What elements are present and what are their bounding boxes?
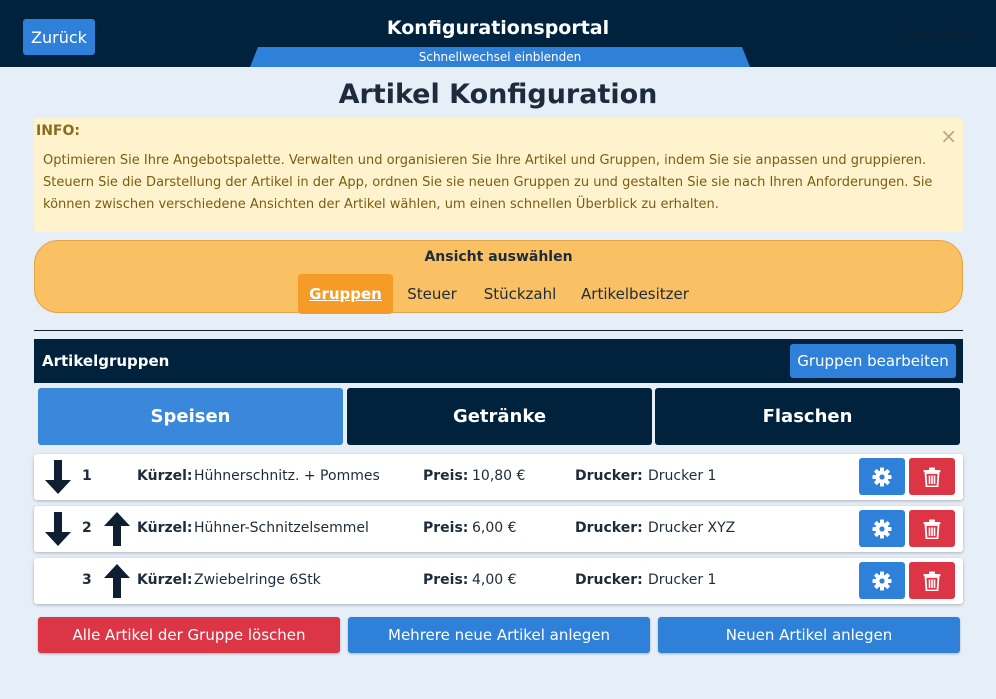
row-number: 3 <box>82 572 92 588</box>
groups-title: Artikelgruppen <box>42 352 170 370</box>
drucker-label: Drucker: <box>575 572 643 588</box>
arrow-up-icon[interactable] <box>104 512 130 546</box>
trash-icon <box>923 519 941 539</box>
row-number: 2 <box>82 520 92 536</box>
group-tab-getraenke[interactable]: Getränke <box>347 388 652 445</box>
info-alert: INFO: × Optimieren Sie Ihre Angebotspale… <box>34 118 963 232</box>
quick-switch-toggle[interactable]: Schnellwechsel einblenden <box>250 47 750 67</box>
gear-icon <box>872 467 892 486</box>
kuerzel-label: Kürzel: <box>137 468 193 484</box>
group-tab-speisen[interactable]: Speisen <box>38 388 343 445</box>
drucker-label: Drucker: <box>575 468 643 484</box>
gear-icon <box>872 571 892 590</box>
drucker-value: Drucker XYZ <box>648 520 736 536</box>
arrow-down-icon[interactable] <box>45 460 71 494</box>
view-tabs: Gruppen Steuer Stückzahl Artikelbesitzer <box>35 274 962 314</box>
edit-groups-button[interactable]: Gruppen bearbeiten <box>790 344 956 378</box>
arrow-down-icon[interactable] <box>45 512 71 546</box>
drucker-label: Drucker: <box>575 520 643 536</box>
group-tab-flaschen[interactable]: Flaschen <box>655 388 960 445</box>
top-bar: Zurück Konfigurationsportal Demomodus Sc… <box>0 0 996 67</box>
delete-button[interactable] <box>909 458 955 495</box>
create-multiple-items-button[interactable]: Mehrere neue Artikel anlegen <box>348 617 650 653</box>
arrow-up-icon[interactable] <box>104 564 130 598</box>
drucker-value: Drucker 1 <box>648 572 717 588</box>
preis-label: Preis: <box>423 468 469 484</box>
divider <box>34 330 963 331</box>
preis-label: Preis: <box>423 572 469 588</box>
gear-icon <box>872 519 892 538</box>
table-row: 3 Kürzel: Zwiebelringe 6Stk Preis: 4,00 … <box>34 558 963 604</box>
drucker-value: Drucker 1 <box>648 468 717 484</box>
kuerzel-value: Hühner-Schnitzelsemmel <box>194 520 369 536</box>
delete-button[interactable] <box>909 510 955 547</box>
info-title: INFO: <box>36 123 80 139</box>
header-mode-label: Demomodus <box>898 27 975 41</box>
trash-icon <box>923 571 941 591</box>
settings-button[interactable] <box>859 510 905 547</box>
view-tab-gruppen[interactable]: Gruppen <box>298 274 393 314</box>
close-icon[interactable]: × <box>940 126 957 146</box>
info-text: Optimieren Sie Ihre Angebotspalette. Ver… <box>43 153 933 212</box>
preis-value: 10,80 € <box>472 468 526 484</box>
kuerzel-label: Kürzel: <box>137 520 193 536</box>
settings-button[interactable] <box>859 458 905 495</box>
preis-value: 6,00 € <box>472 520 517 536</box>
view-tab-artikelbesitzer[interactable]: Artikelbesitzer <box>575 274 695 314</box>
kuerzel-value: Hühnerschnitz. + Pommes <box>194 468 380 484</box>
groups-header: Artikelgruppen Gruppen bearbeiten <box>34 339 963 383</box>
delete-button[interactable] <box>909 562 955 599</box>
table-row: 2 Kürzel: Hühner-Schnitzelsemmel Preis: … <box>34 506 963 552</box>
preis-value: 4,00 € <box>472 572 517 588</box>
view-selector-title: Ansicht auswählen <box>424 249 573 265</box>
table-row: 1 Kürzel: Hühnerschnitz. + Pommes Preis:… <box>34 454 963 500</box>
portal-title: Konfigurationsportal <box>386 17 610 39</box>
kuerzel-value: Zwiebelringe 6Stk <box>194 572 321 588</box>
kuerzel-label: Kürzel: <box>137 572 193 588</box>
view-tab-steuer[interactable]: Steuer <box>397 274 467 314</box>
settings-button[interactable] <box>859 562 905 599</box>
view-tab-stueckzahl[interactable]: Stückzahl <box>477 274 563 314</box>
trash-icon <box>923 467 941 487</box>
preis-label: Preis: <box>423 520 469 536</box>
delete-all-items-button[interactable]: Alle Artikel der Gruppe löschen <box>38 617 340 653</box>
view-selector: Ansicht auswählen Gruppen Steuer Stückza… <box>34 240 963 314</box>
page-title: Artikel Konfiguration <box>338 79 658 110</box>
row-number: 1 <box>82 468 92 484</box>
create-item-button[interactable]: Neuen Artikel anlegen <box>658 617 960 653</box>
